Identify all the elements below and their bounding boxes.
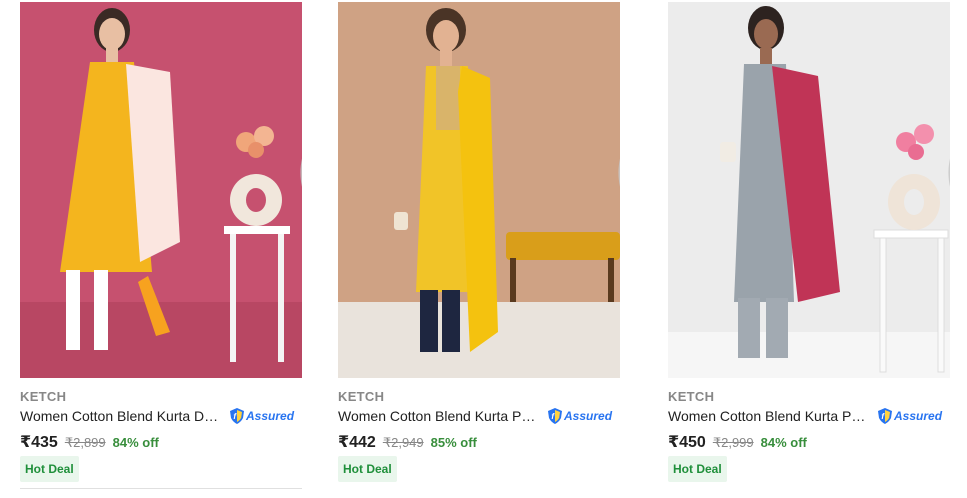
hot-deal-badge: Hot Deal	[338, 456, 397, 482]
product-price: ₹442	[338, 434, 376, 451]
product-mrp: ₹2,999	[712, 435, 754, 450]
product-card[interactable]: KETCH Women Cotton Blend Kurta Pala... f…	[668, 0, 958, 498]
product-title[interactable]: Women Cotton Blend Kurta Pala...	[338, 408, 542, 424]
product-image[interactable]	[338, 2, 620, 378]
assured-badge: f Assured	[878, 408, 942, 424]
product-image[interactable]	[668, 2, 950, 378]
wishlist-heart-icon[interactable]	[278, 14, 302, 186]
product-card[interactable]: KETCH Women Cotton Blend Kurta Dup... f …	[20, 0, 310, 498]
assured-label: Assured	[246, 409, 295, 423]
wishlist-heart-icon[interactable]	[596, 14, 620, 186]
product-price: ₹450	[668, 434, 706, 451]
assured-shield-icon: f	[230, 408, 244, 424]
product-photo-illustration	[668, 2, 950, 378]
assured-badge: f Assured	[548, 408, 612, 424]
product-discount: 84% off	[760, 435, 807, 450]
product-mrp: ₹2,899	[64, 435, 106, 450]
product-discount: 84% off	[112, 435, 159, 450]
product-brand: KETCH	[338, 389, 385, 404]
hot-deal-badge: Hot Deal	[20, 456, 79, 482]
product-title[interactable]: Women Cotton Blend Kurta Dup...	[20, 408, 224, 424]
product-brand: KETCH	[668, 389, 715, 404]
assured-shield-icon: f	[548, 408, 562, 424]
wishlist-heart-icon[interactable]	[926, 14, 950, 186]
product-discount: 85% off	[430, 435, 477, 450]
assured-label: Assured	[564, 409, 613, 423]
product-card[interactable]: KETCH Women Cotton Blend Kurta Pala... f…	[338, 0, 628, 498]
assured-label: Assured	[894, 409, 943, 423]
product-photo-illustration	[20, 2, 302, 378]
product-image[interactable]	[20, 2, 302, 378]
product-photo-illustration	[338, 2, 620, 378]
assured-badge: f Assured	[230, 408, 294, 424]
card-divider	[20, 488, 302, 489]
assured-shield-icon: f	[878, 408, 892, 424]
hot-deal-badge: Hot Deal	[668, 456, 727, 482]
product-brand: KETCH	[20, 389, 67, 404]
product-title[interactable]: Women Cotton Blend Kurta Pala...	[668, 408, 872, 424]
product-mrp: ₹2,949	[382, 435, 424, 450]
product-price: ₹435	[20, 434, 58, 451]
